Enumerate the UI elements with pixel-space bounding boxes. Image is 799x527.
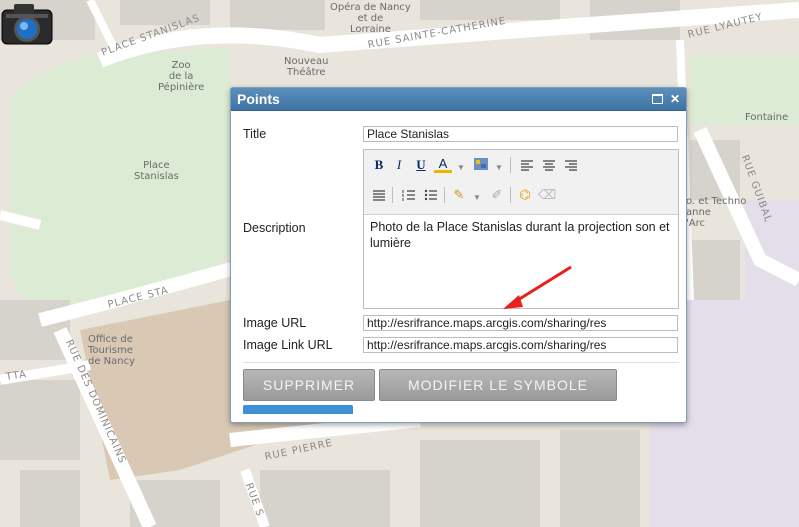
image-url-label: Image URL — [243, 316, 307, 330]
numbered-list-icon[interactable] — [400, 186, 418, 204]
highlight-color-icon[interactable] — [472, 156, 490, 174]
place-label-office-tourisme: Office de Tourisme de Nancy — [88, 334, 136, 367]
font-color-button[interactable]: A — [434, 156, 452, 173]
title-label: Title — [243, 127, 267, 141]
image-link-url-label: Image Link URL — [243, 338, 333, 352]
highlight-dropdown-icon[interactable]: ▼ — [490, 158, 508, 176]
description-text[interactable]: Photo de la Place Stanislas durant la pr… — [364, 215, 678, 255]
title-field[interactable]: Place Stanislas — [363, 126, 678, 142]
place-label-opera: Opéra de Nancy et de Lorraine — [330, 2, 411, 35]
bold-button[interactable]: B — [370, 156, 388, 174]
insert-image-icon[interactable]: ⌬ — [516, 186, 534, 204]
camera-marker-icon[interactable] — [0, 0, 54, 48]
underline-button[interactable]: U — [412, 156, 430, 174]
close-icon[interactable]: ✕ — [668, 92, 682, 106]
blue-tab-indicator — [243, 405, 353, 414]
place-label-zoo: Zoo de la Pépinière — [158, 60, 205, 93]
delete-button[interactable]: SUPPRIMER — [243, 369, 375, 401]
italic-button[interactable]: I — [390, 156, 408, 174]
place-label-fontaine: Fontaine — [745, 112, 789, 123]
points-popup: Points ✕ Title Place Stanislas Descripti… — [230, 87, 687, 423]
place-label-nouveau-theatre: Nouveau Théâtre — [284, 56, 329, 78]
image-url-field[interactable]: http://esrifrance.maps.arcgis.com/sharin… — [363, 315, 678, 331]
link-icon[interactable]: ✎ — [450, 186, 468, 204]
description-label: Description — [243, 221, 306, 235]
place-label-place-stanislas: Place Stanislas — [134, 160, 179, 182]
maximize-icon[interactable] — [650, 92, 664, 106]
align-right-icon[interactable] — [562, 156, 580, 174]
divider — [243, 362, 679, 363]
unlink-icon[interactable]: ✐ — [488, 186, 506, 204]
remove-image-icon[interactable]: ⌫ — [538, 186, 556, 204]
place-label-techno: o. et Techno anne 'Arc — [686, 196, 747, 229]
editor-toolbar: B I U A ▼ ▼ ✎ ▼ ✐ ⌬ ⌫ — [364, 150, 678, 215]
popup-header[interactable]: Points ✕ — [231, 88, 686, 111]
popup-title: Points — [237, 91, 280, 107]
align-center-icon[interactable] — [540, 156, 558, 174]
image-link-url-field[interactable]: http://esrifrance.maps.arcgis.com/sharin… — [363, 337, 678, 353]
font-color-dropdown-icon[interactable]: ▼ — [452, 158, 470, 176]
align-left-icon[interactable] — [518, 156, 536, 174]
justify-icon[interactable] — [370, 186, 388, 204]
red-arrow-annotation — [503, 265, 572, 309]
edit-symbol-button[interactable]: MODIFIER LE SYMBOLE — [379, 369, 617, 401]
link-dropdown-icon[interactable]: ▼ — [468, 188, 486, 206]
bullet-list-icon[interactable] — [422, 186, 440, 204]
